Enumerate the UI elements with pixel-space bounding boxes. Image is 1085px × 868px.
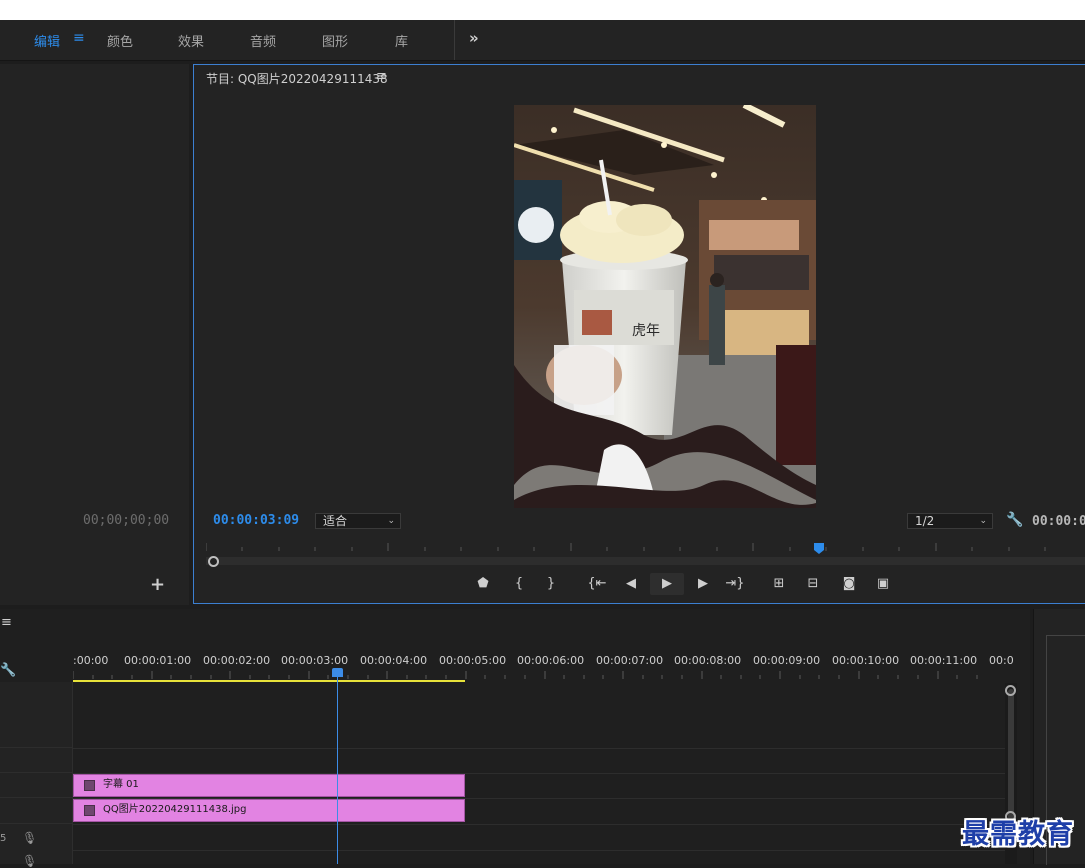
resolution-select[interactable]: 1/2 ⌄ [907,513,993,529]
ruler-label: 00:0 [989,654,1014,667]
workspace-tab-graphics[interactable]: 图形 [322,31,348,50]
add-marker-icon[interactable]: ⬟ [474,573,492,595]
scrub-zoom-handle[interactable] [208,556,219,567]
ruler-label: 00:00:03:00 [281,654,349,667]
workspace-bar: 编辑 ≡ 颜色 效果 音频 图形 库 » [0,20,1085,61]
ruler-label: 00:00:11:00 [910,654,978,667]
timeline-ruler[interactable]: :00:00 00:00:01:00 00:00:02:00 00:00:03:… [73,645,1014,683]
track-divider [0,797,72,798]
microphone-icon[interactable]: 🎙 [22,831,37,845]
window-top-strip [0,0,1085,20]
program-mini-ruler[interactable] [206,543,1085,555]
ruler-label: :00:00 [73,654,109,667]
timeline-clip-image[interactable]: QQ图片20220429111438.jpg [73,799,465,822]
hamburger-icon[interactable]: ≡ [1,615,12,630]
step-forward-icon[interactable]: ▶ [694,573,712,595]
track-headers: 5 🎙 🎙 [0,682,73,868]
ruler-ticks [73,671,978,679]
export-frame-icon[interactable]: ◙ [838,573,860,595]
program-scrub-bar[interactable] [206,557,1085,565]
step-back-icon[interactable]: ◀ [622,573,640,595]
workspace-tab-effects[interactable]: 效果 [178,31,204,50]
play-icon[interactable]: ▶ [650,573,684,595]
wrench-icon[interactable]: 🔧 [1006,512,1023,528]
video-frame-image: 虎年 [514,105,816,508]
ruler-label: 00:00:09:00 [753,654,821,667]
ruler-label: 00:00:02:00 [203,654,271,667]
workspace-tab-audio[interactable]: 音频 [250,31,276,50]
wrench-icon[interactable]: 🔧 [0,663,16,678]
fit-select-value: 适合 [323,514,348,528]
clip-fx-icon [84,805,95,816]
program-playhead[interactable] [814,543,824,554]
program-monitor-title[interactable]: 节目: QQ图片20220429111438 [206,70,388,87]
workspace-tab-libraries[interactable]: 库 [395,31,408,50]
ruler-label: 00:00:05:00 [439,654,507,667]
chevron-down-icon: ⌄ [979,516,987,526]
program-timecode[interactable]: 00:00:03:09 [213,513,299,528]
fit-select[interactable]: 适合 ⌄ [315,513,401,529]
ruler-label: 00:00:04:00 [360,654,428,667]
track-divider [0,772,72,773]
extract-icon[interactable]: ⊟ [802,573,824,595]
track-divider [73,748,1005,749]
watermark-text: 最需教育 [962,819,1074,850]
workspace-divider [454,20,455,60]
timeline-tracks[interactable]: 字幕 01 QQ图片20220429111438.jpg [73,683,1005,864]
track-divider [0,823,72,824]
clip-name: QQ图片20220429111438.jpg [103,804,247,815]
timeline-playhead[interactable] [337,675,338,864]
compare-view-icon[interactable]: ▣ [872,573,894,595]
double-chevron-right-icon[interactable]: » [469,29,479,47]
go-to-in-icon[interactable]: {⇤ [586,573,608,595]
ruler-label: 00:00:07:00 [596,654,664,667]
ruler-label: 00:00:10:00 [832,654,900,667]
workspace-tab-edit[interactable]: 编辑 [34,31,60,50]
program-duration: 00:00:05 [1032,514,1085,529]
go-to-out-icon[interactable]: ⇥} [724,573,746,595]
work-area-bar[interactable] [73,680,465,682]
workspace-menu-icon[interactable]: ≡ [73,30,85,46]
track-divider [0,747,72,748]
clip-fx-icon [84,780,95,791]
mark-in-icon[interactable]: { [510,573,528,595]
video-preview: 虎年 [514,105,816,508]
track-divider [73,824,1005,825]
mark-out-icon[interactable]: } [542,573,560,595]
lift-icon[interactable]: ⊞ [768,573,790,595]
program-monitor: 节目: QQ图片20220429111438 ≡ 虎年 00:00:03:09 … [193,64,1085,604]
hamburger-icon[interactable]: ≡ [376,69,387,84]
workspace-tab-color[interactable]: 颜色 [107,31,133,50]
plus-icon[interactable]: + [150,574,165,595]
resolution-select-value: 1/2 [915,514,935,528]
scroll-zoom-handle-top[interactable] [1005,685,1016,696]
chevron-down-icon: ⌄ [387,516,395,526]
timeline-panel: ≡ 🔧 :00:00 00:00:01:00 00:00:02:00 00:00… [0,609,1030,868]
timeline-clip-title[interactable]: 字幕 01 [73,774,465,797]
track-divider [73,850,1005,851]
clip-name: 字幕 01 [103,779,139,790]
timeline-scroll-thumb[interactable] [1008,689,1014,829]
svg-text:虎年: 虎年 [632,323,660,339]
ruler-label: 00:00:08:00 [674,654,742,667]
ruler-label: 00:00:01:00 [124,654,192,667]
source-panel: 00;00;00;00 + [0,64,189,605]
microphone-icon[interactable]: 🎙 [22,854,37,868]
transport-controls: ⬟ { } {⇤ ◀ ▶ ▶ ⇥} ⊞ ⊟ ◙ ▣ [474,573,914,597]
track-label: 5 [0,833,7,844]
ruler-label: 00:00:06:00 [517,654,585,667]
source-timecode: 00;00;00;00 [83,513,170,528]
